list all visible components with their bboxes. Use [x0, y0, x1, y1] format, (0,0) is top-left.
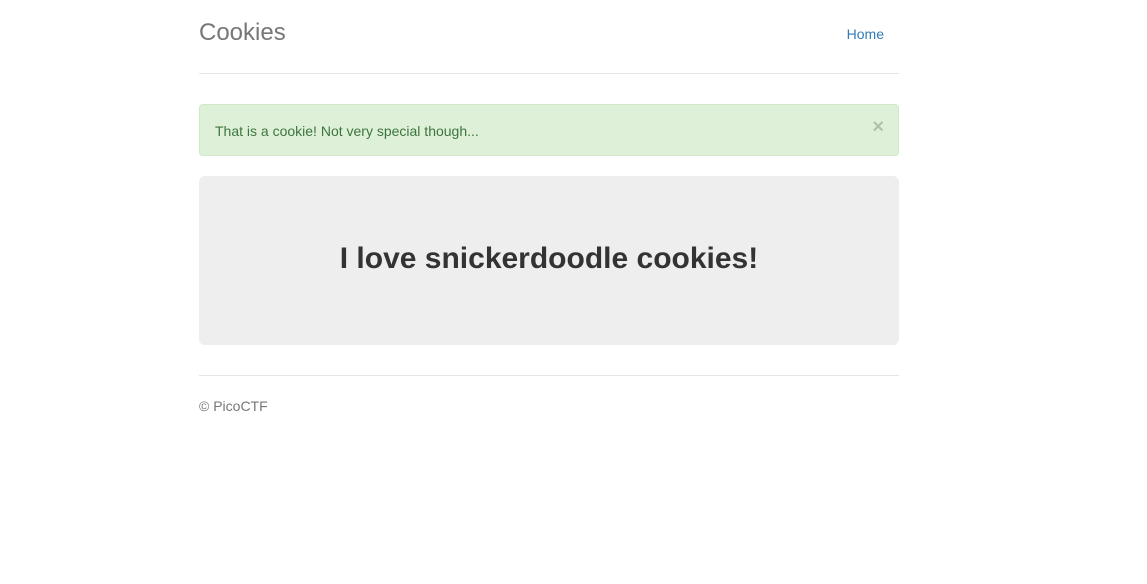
jumbotron: I love snickerdoodle cookies!	[199, 176, 899, 345]
footer-copyright: © PicoCTF	[199, 398, 268, 414]
success-alert: That is a cookie! Not very special thoug…	[199, 104, 899, 156]
alert-message: That is a cookie! Not very special thoug…	[215, 123, 479, 139]
header: Cookies Home	[199, 0, 899, 74]
nav-home-link[interactable]: Home	[847, 25, 884, 43]
main-heading: I love snickerdoodle cookies!	[339, 242, 759, 275]
site-title: Cookies	[199, 19, 286, 46]
close-icon[interactable]: ×	[872, 117, 884, 137]
page-container: Cookies Home That is a cookie! Not very …	[199, 0, 899, 414]
footer: © PicoCTF	[199, 375, 899, 414]
